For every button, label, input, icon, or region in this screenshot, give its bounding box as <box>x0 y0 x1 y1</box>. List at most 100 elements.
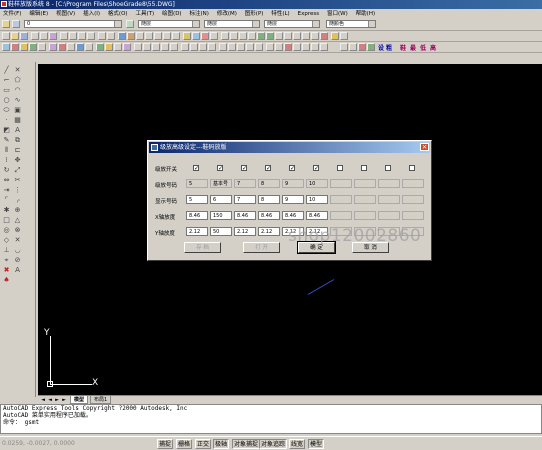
status-snap[interactable]: 捕捉 <box>157 439 174 449</box>
shoe-tool-9-icon[interactable] <box>76 43 84 51</box>
shoe-tool-15-icon[interactable] <box>134 43 142 51</box>
display-size-1[interactable]: 5 <box>186 195 208 204</box>
zoom-previous-icon[interactable] <box>172 32 180 40</box>
menu-graphic[interactable]: 图形(P) <box>242 9 267 19</box>
lineweight-combo[interactable]: 随层 <box>264 20 320 28</box>
about-icon[interactable] <box>340 32 348 40</box>
label-thick[interactable]: 粗 <box>386 43 392 52</box>
shoe-tool-11-icon[interactable] <box>96 43 104 51</box>
break-tool-icon[interactable]: ⋮ <box>13 186 22 195</box>
new-file-icon[interactable] <box>2 32 10 40</box>
open-file-icon[interactable] <box>11 32 19 40</box>
layer-combo[interactable]: 0 <box>24 20 122 28</box>
copy-icon[interactable] <box>69 32 77 40</box>
shoe-tool-1-icon[interactable] <box>2 43 10 51</box>
display-size-2[interactable]: 6 <box>210 195 232 204</box>
rotate-tool-icon[interactable]: ↻ <box>2 166 11 175</box>
snap-node-icon[interactable]: ⊗ <box>13 226 22 235</box>
grade-switch-5[interactable] <box>289 165 295 171</box>
menu-properties[interactable]: 特性(L) <box>268 9 292 19</box>
tips-icon[interactable] <box>331 32 339 40</box>
print-icon[interactable] <box>31 32 39 40</box>
zoom-fit-icon[interactable] <box>275 32 283 40</box>
layer-manager-icon[interactable] <box>2 20 10 28</box>
rectangle-tool-icon[interactable]: ▭ <box>2 86 11 95</box>
y-grade-1[interactable]: 2.12 <box>186 227 208 236</box>
text-tool-icon[interactable]: A <box>13 266 22 275</box>
y-grade-2[interactable]: 50 <box>210 227 232 236</box>
x-grade-3[interactable]: 8.46 <box>234 211 256 220</box>
offset-tool-icon[interactable]: ⊏ <box>13 146 22 155</box>
display-size-3[interactable]: 7 <box>234 195 256 204</box>
trim-tool-icon[interactable]: ✂ <box>13 176 22 185</box>
erase-tool-icon[interactable]: ✎ <box>2 136 11 145</box>
shoe-tool-10-icon[interactable] <box>85 43 93 51</box>
shoe-tool-8-icon[interactable] <box>67 43 75 51</box>
tab-nav-prev[interactable]: ◄ <box>47 397 53 403</box>
cut-icon[interactable] <box>60 32 68 40</box>
shoe-tool-30-icon[interactable] <box>275 43 283 51</box>
menu-draw[interactable]: 绘图(D) <box>159 9 185 19</box>
tab-nav-last[interactable]: ► <box>61 397 67 403</box>
polyline-tool-icon[interactable]: ⌐ <box>2 76 11 85</box>
layer-state-icon[interactable] <box>12 20 20 28</box>
line-icon[interactable] <box>221 32 229 40</box>
hatch-tool-icon[interactable]: ▦ <box>13 116 22 125</box>
shoe-tool-18-icon[interactable] <box>161 43 169 51</box>
zoom-window-icon[interactable] <box>163 32 171 40</box>
grade-switch-9[interactable] <box>385 165 391 171</box>
snap-endpoint-icon[interactable]: □ <box>2 216 11 225</box>
grade-switch-1[interactable] <box>193 165 199 171</box>
command-prompt[interactable]: 命令： gsmt <box>1 419 541 426</box>
status-model[interactable]: 模型 <box>308 439 325 449</box>
shoe-tool-28-icon[interactable] <box>255 43 263 51</box>
xline-tool-icon[interactable]: ✕ <box>13 66 22 75</box>
status-lineweight[interactable]: 线宽 <box>289 439 306 449</box>
grade-switch-10[interactable] <box>409 165 415 171</box>
menu-modify[interactable]: 修改(M) <box>214 9 240 19</box>
shoe-tool-20-icon[interactable] <box>181 43 189 51</box>
copy-tool-icon[interactable]: ⧉ <box>13 136 22 145</box>
shoe-tool-33-icon[interactable] <box>302 43 310 51</box>
status-grid[interactable]: 栅格 <box>176 439 193 449</box>
array-tool-icon[interactable]: ⁞ <box>2 156 11 165</box>
snap-tangent-icon[interactable]: ◡ <box>13 246 22 255</box>
menu-edit[interactable]: 编辑(E) <box>26 9 51 19</box>
mirror-tool-icon[interactable]: ⫴ <box>2 146 11 155</box>
status-osnap[interactable]: 对象捕捉 <box>232 439 261 449</box>
display-size-5[interactable]: 9 <box>282 195 304 204</box>
shoe-tool-12-icon[interactable] <box>105 43 113 51</box>
linetype-combo[interactable]: 随层 <box>204 20 260 28</box>
shoe-tool-34-icon[interactable] <box>311 43 319 51</box>
tab-layout1[interactable]: 布局1 <box>90 396 112 404</box>
shoe-tool-7-icon[interactable] <box>58 43 66 51</box>
y-grade-6[interactable]: 2.12 <box>306 227 328 236</box>
plotstyle-combo[interactable]: 随颜色 <box>326 20 376 28</box>
region-tool-icon[interactable]: ◩ <box>2 126 11 135</box>
stretch-tool-icon[interactable]: ⇔ <box>2 176 11 185</box>
color-combo[interactable]: 随层 <box>138 20 200 28</box>
hyperlink-icon[interactable] <box>118 32 126 40</box>
arc-tool-icon[interactable]: ◠ <box>13 86 22 95</box>
match-properties-icon[interactable] <box>87 32 95 40</box>
extend-tool-icon[interactable]: ⇥ <box>2 186 11 195</box>
ellipse-tool-icon[interactable]: ⬭ <box>2 106 11 115</box>
shoe-tool-25-icon[interactable] <box>228 43 236 51</box>
zoom-in-icon[interactable] <box>284 32 292 40</box>
status-ortho[interactable]: 正交 <box>195 439 212 449</box>
marker-red-icon[interactable]: ♠ <box>2 276 11 285</box>
y-grade-4[interactable]: 2.12 <box>258 227 280 236</box>
print-preview-icon[interactable] <box>40 32 48 40</box>
shoe-icon[interactable] <box>257 32 265 40</box>
ucs-icon[interactable] <box>136 32 144 40</box>
menu-tools[interactable]: 工具(T) <box>132 9 157 19</box>
x-grade-1[interactable]: 8.46 <box>186 211 208 220</box>
design-center-icon[interactable] <box>192 32 200 40</box>
grade-icon[interactable] <box>266 32 274 40</box>
display-size-6[interactable]: 10 <box>306 195 328 204</box>
join-tool-icon[interactable]: ⊕ <box>13 206 22 215</box>
display-size-4[interactable]: 8 <box>258 195 280 204</box>
grade-switch-4[interactable] <box>265 165 271 171</box>
shoe-tool-6-icon[interactable] <box>49 43 57 51</box>
snap-nearest-icon[interactable]: ⌖ <box>2 256 11 265</box>
